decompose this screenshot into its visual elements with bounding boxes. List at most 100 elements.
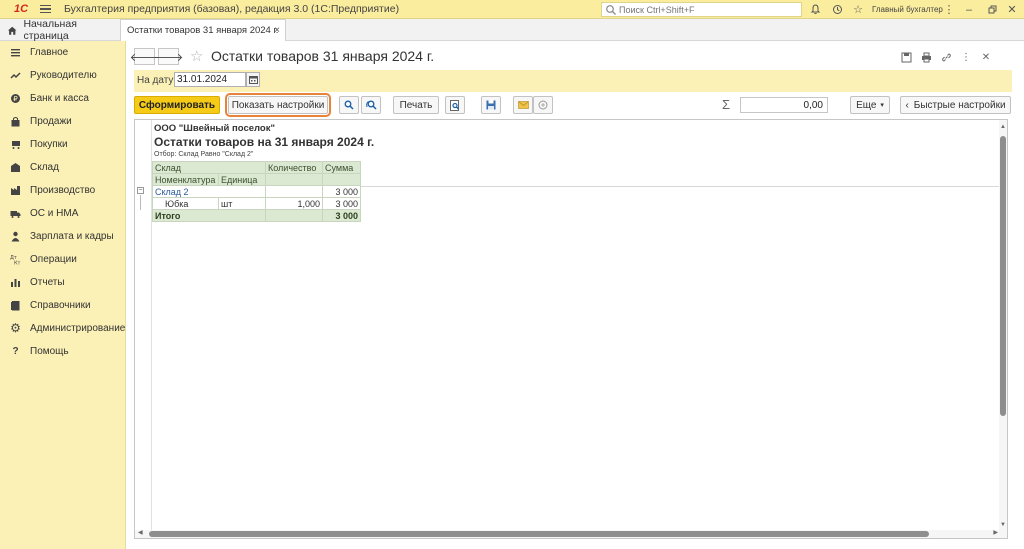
global-search[interactable] (601, 2, 802, 17)
main-menu-icon[interactable] (40, 0, 54, 19)
settings-variant-button[interactable] (533, 96, 553, 114)
search-input[interactable] (619, 4, 799, 15)
search-icon (344, 100, 354, 110)
send-email-button[interactable] (513, 96, 533, 114)
close-form-icon[interactable]: ✕ (980, 51, 992, 63)
person-icon (10, 231, 21, 242)
tab-home-label: Начальная страница (23, 18, 77, 42)
report-toolbar: Сформировать Показать настройки Печать Σ… (134, 93, 1014, 117)
sidebar-item-label: Производство (30, 184, 96, 196)
date-field[interactable] (174, 72, 246, 87)
scroll-down-icon[interactable]: ▼ (999, 522, 1007, 528)
sum-field (740, 97, 828, 113)
more-button[interactable]: Еще ▾ (850, 96, 890, 114)
main-area: 🡐 🡒 ☆ Остатки товаров 31 января 2024 г. … (126, 41, 1024, 549)
row-sum: 3 000 (322, 197, 361, 210)
bag-icon (10, 116, 21, 127)
close-tab-icon[interactable]: × (274, 25, 280, 36)
show-settings-button[interactable]: Показать настройки (225, 93, 331, 117)
1c-logo-icon[interactable]: 1С (8, 0, 34, 19)
sidebar-item-label: Покупки (30, 138, 68, 150)
sidebar-item-production[interactable]: Производство (0, 179, 126, 201)
row-item: Юбка (152, 197, 219, 210)
more-vertical-icon[interactable]: ⋮ (942, 3, 956, 17)
cart-icon (10, 139, 21, 150)
favorite-star-icon[interactable]: ☆ (190, 47, 203, 65)
sidebar-item-main[interactable]: Главное (0, 41, 126, 63)
sidebar-item-admin[interactable]: ⚙ Администрирование (0, 317, 126, 339)
header-empty-cell (322, 173, 361, 186)
print-preview-icon (450, 99, 459, 111)
scroll-right-icon[interactable]: ▶ (993, 529, 998, 536)
generate-button[interactable]: Сформировать (134, 96, 220, 114)
sidebar-item-sales[interactable]: Продажи (0, 110, 126, 132)
header-row: Склад Количество Сумма (152, 161, 361, 174)
table-row[interactable]: Юбка шт 1,000 3 000 (152, 197, 361, 210)
group-row[interactable]: Склад 2 3 000 (152, 185, 361, 198)
tab-home[interactable]: Начальная страница (0, 18, 120, 42)
sidebar-item-help[interactable]: ? Помощь (0, 340, 126, 362)
print-icon[interactable] (920, 51, 932, 63)
scroll-left-icon[interactable]: ◀ (138, 529, 143, 536)
report-title: Остатки товаров на 31 января 2024 г. (154, 135, 375, 149)
forward-button[interactable]: 🡒 (154, 48, 183, 65)
save-report-button[interactable] (481, 96, 501, 114)
calendar-icon[interactable] (246, 72, 260, 87)
bell-icon[interactable] (808, 3, 822, 17)
sidebar-item-salary[interactable]: Зарплата и кадры (0, 225, 126, 247)
sidebar-item-label: Продажи (30, 115, 72, 127)
vertical-scroll-thumb[interactable] (1000, 136, 1006, 416)
group-bracket (140, 195, 141, 210)
find-next-button[interactable] (361, 96, 381, 114)
link-icon[interactable] (940, 51, 952, 63)
favorites-star-icon[interactable]: ☆ (851, 3, 865, 17)
back-button[interactable]: 🡐 (130, 48, 159, 65)
total-quantity (265, 209, 323, 222)
app-title: Бухгалтерия предприятия (базовая), редак… (64, 3, 400, 15)
header-item: Номенклатура (152, 173, 219, 186)
collapse-group-icon[interactable]: − (137, 187, 144, 194)
more-options-icon[interactable]: ⋮ (960, 51, 972, 63)
sidebar-item-directories[interactable]: Справочники (0, 294, 126, 316)
history-icon[interactable] (830, 3, 844, 17)
save-icon[interactable] (900, 51, 912, 63)
find-button[interactable] (339, 96, 359, 114)
top-bar: 1С Бухгалтерия предприятия (базовая), ре… (0, 0, 1024, 19)
sidebar-item-purchases[interactable]: Покупки (0, 133, 126, 155)
minimize-icon[interactable]: – (962, 3, 976, 17)
sidebar-item-label: Администрирование (30, 322, 126, 334)
sidebar-item-fixed-assets[interactable]: ОС и НМА (0, 202, 126, 224)
warehouse-icon (10, 162, 21, 173)
total-label: Итого (152, 209, 266, 222)
sidebar-item-bank[interactable]: ₽ Банк и касса (0, 87, 126, 109)
total-row: Итого 3 000 (152, 209, 361, 222)
quick-settings-button[interactable]: ‹ Быстрые настройки (900, 96, 1011, 114)
header-quantity: Количество (265, 161, 323, 174)
tab-stock-report[interactable]: Остатки товаров 31 января 2024 г. × (120, 19, 286, 41)
chevron-down-icon: ▾ (880, 102, 884, 109)
scroll-up-icon[interactable]: ▲ (999, 124, 1007, 130)
report-org-name: ООО "Швейный поселок" (154, 123, 275, 134)
restore-icon[interactable] (985, 3, 999, 17)
sum-icon: Σ (722, 97, 731, 112)
sidebar-item-warehouse[interactable]: Склад (0, 156, 126, 178)
row-quantity: 1,000 (265, 197, 323, 210)
print-button[interactable]: Печать (393, 96, 439, 114)
search-icon (606, 4, 616, 15)
quick-settings-label: Быстрые настройки (913, 99, 1006, 111)
sidebar-item-manager[interactable]: Руководителю (0, 64, 126, 86)
factory-icon (10, 185, 21, 196)
sidebar-item-label: Операции (30, 253, 77, 265)
report-spreadsheet[interactable]: ООО "Швейный поселок" Остатки товаров на… (134, 119, 1008, 539)
report-table: Склад Количество Сумма Номенклатура Един… (152, 161, 361, 222)
preview-button[interactable] (445, 96, 465, 114)
sidebar-item-operations[interactable]: Дт Кт Операции (0, 248, 126, 270)
date-panel: На дату: (134, 70, 1012, 92)
horizontal-scrollbar[interactable]: ◀ ▶ (135, 530, 1001, 538)
sidebar-item-reports[interactable]: Отчеты (0, 271, 126, 293)
close-window-icon[interactable]: ✕ (1005, 3, 1019, 17)
vertical-scrollbar[interactable]: ▲ ▼ (999, 120, 1007, 538)
horizontal-scroll-thumb[interactable] (149, 531, 929, 537)
svg-text:₽: ₽ (13, 95, 18, 103)
user-name[interactable]: Главный бухгалтер (872, 5, 943, 14)
